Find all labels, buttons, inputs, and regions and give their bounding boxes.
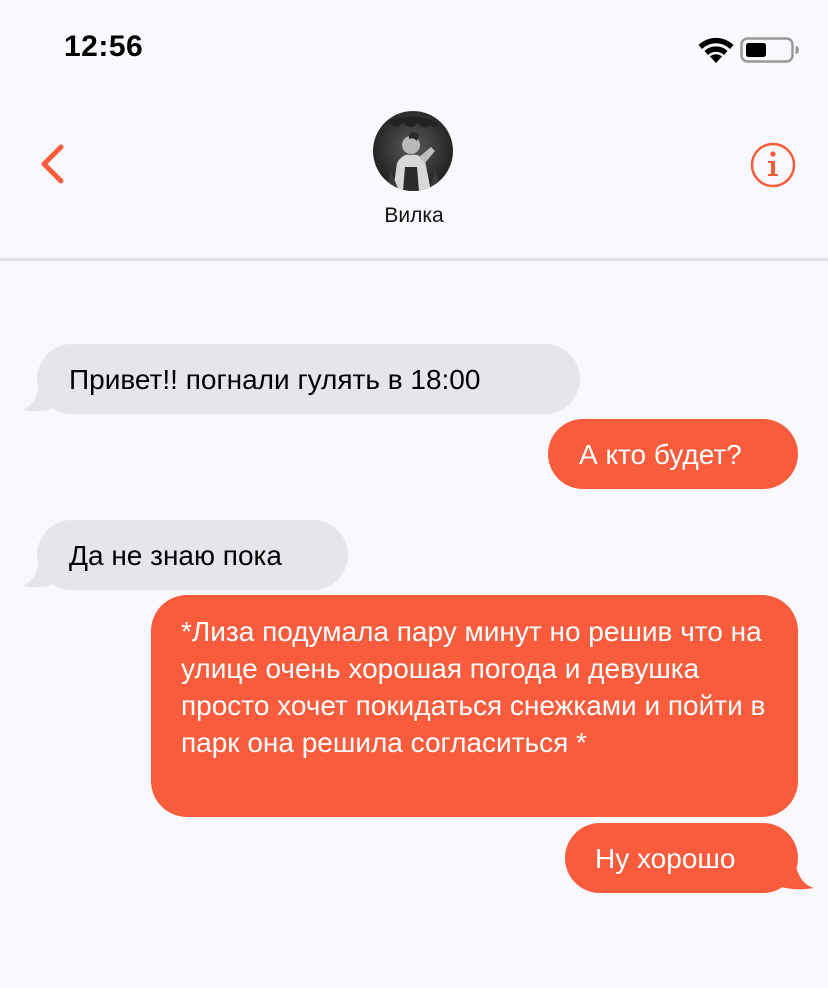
message-bubble-outgoing[interactable]: Ну хорошо [565,823,798,893]
message-bubble-incoming[interactable]: Привет!! погнали гулять в 18:00 [37,344,580,414]
status-bar: 12:56 [0,0,828,100]
message-bubble-outgoing[interactable]: *Лиза подумала пару минут но решив что н… [151,595,798,817]
message-bubble-outgoing[interactable]: А кто будет? [548,419,798,489]
avatar-image [373,111,453,191]
header-divider [0,258,828,261]
back-button[interactable] [30,140,78,188]
battery-icon [740,37,799,63]
info-button[interactable] [748,140,798,190]
wifi-icon [698,37,734,63]
info-icon [750,142,796,188]
contact-name[interactable]: Вилка [0,204,828,228]
chevron-left-icon [41,144,64,184]
avatar[interactable] [373,111,453,191]
status-time: 12:56 [64,30,144,63]
chat-header: Вилка [0,100,828,258]
message-bubble-incoming[interactable]: Да не знаю пока [37,520,348,590]
